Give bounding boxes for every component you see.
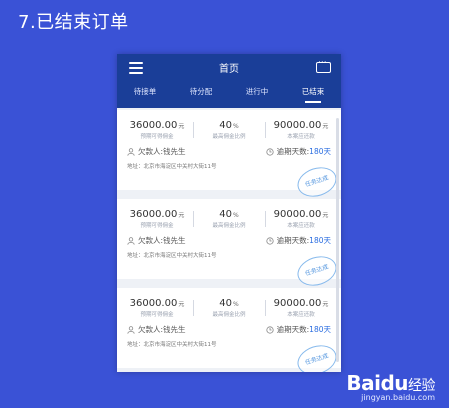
reward-value: 36000.00 xyxy=(129,298,178,309)
debtor-name: 欠款人:钱先生 xyxy=(138,325,186,334)
amount-stat: 90000.00元 本案应还款 xyxy=(265,120,337,140)
header-title: 首页 xyxy=(219,64,239,75)
reward-unit: 元 xyxy=(178,123,185,130)
overdue-days: 180天 xyxy=(309,325,331,334)
reward-unit: 元 xyxy=(178,212,185,219)
person-icon xyxy=(127,325,135,334)
reward-value: 36000.00 xyxy=(129,209,178,220)
reward-value: 36000.00 xyxy=(129,120,178,131)
debtor-name: 欠款人:钱先生 xyxy=(138,147,186,156)
amount-label: 本案应还款 xyxy=(287,223,315,229)
order-address: 地址：北京市海淀区中关村大街11号 xyxy=(127,253,217,259)
reward-stat: 36000.00元 预期可得佣金 xyxy=(121,298,193,318)
watermark-logo-cn: 经验 xyxy=(408,378,436,394)
reward-label: 预期可得佣金 xyxy=(140,312,174,318)
scrollbar[interactable] xyxy=(336,118,339,362)
watermark-logo: Baidu经验 xyxy=(346,371,435,395)
ratio-value: 40 xyxy=(219,209,233,220)
watermark-logo-text: Baidu xyxy=(346,371,408,395)
reward-stat: 36000.00元 预期可得佣金 xyxy=(121,120,193,140)
ratio-stat: 40% 最高佣金比例 xyxy=(193,120,265,140)
order-address: 地址：北京市海淀区中关村大街11号 xyxy=(127,164,217,170)
amount-stat: 90000.00元 本案应还款 xyxy=(265,298,337,318)
amount-label: 本案应还款 xyxy=(287,134,315,140)
order-card[interactable]: 36000.00元 预期可得佣金 40% 最高佣金比例 90000.00元 本案… xyxy=(117,110,341,202)
ratio-unit: % xyxy=(233,212,239,219)
amount-unit: 元 xyxy=(322,301,329,308)
order-tabs: 待接单 待分配 进行中 已结束 xyxy=(117,86,341,103)
amount-unit: 元 xyxy=(322,123,329,130)
reward-stat: 36000.00元 预期可得佣金 xyxy=(121,209,193,229)
ratio-label: 最高佣金比例 xyxy=(212,312,246,318)
ratio-label: 最高佣金比例 xyxy=(212,134,246,140)
tab-pending-assign[interactable]: 待分配 xyxy=(190,86,213,101)
tab-in-progress[interactable]: 进行中 xyxy=(246,86,269,101)
reward-unit: 元 xyxy=(178,301,185,308)
order-card[interactable]: 36000.00元 预期可得佣金 40% 最高佣金比例 90000.00元 本案… xyxy=(117,288,341,372)
order-card[interactable]: 36000.00元 预期可得佣金 40% 最高佣金比例 90000.00元 本案… xyxy=(117,199,341,291)
app-header: 首页 待接单 待分配 进行中 已结束 xyxy=(117,54,341,108)
slide-title: 7.已结束订单 xyxy=(18,12,129,33)
phone-screen: 首页 待接单 待分配 进行中 已结束 36000.00元 预期可得佣金 40% … xyxy=(117,54,341,372)
overdue-days: 180天 xyxy=(309,147,331,156)
overdue-label: 逾期天数: xyxy=(276,325,310,334)
amount-stat: 90000.00元 本案应还款 xyxy=(265,209,337,229)
reward-label: 预期可得佣金 xyxy=(140,134,174,140)
order-list: 36000.00元 预期可得佣金 40% 最高佣金比例 90000.00元 本案… xyxy=(117,108,341,372)
ratio-unit: % xyxy=(233,123,239,130)
ratio-unit: % xyxy=(233,301,239,308)
ratio-value: 40 xyxy=(219,120,233,131)
clock-icon xyxy=(266,147,274,156)
tab-pending-accept[interactable]: 待接单 xyxy=(134,86,157,101)
debtor-name: 欠款人:钱先生 xyxy=(138,236,186,245)
amount-label: 本案应还款 xyxy=(287,312,315,318)
amount-unit: 元 xyxy=(322,212,329,219)
overdue-days: 180天 xyxy=(309,236,331,245)
amount-value: 90000.00 xyxy=(273,209,322,220)
message-icon[interactable] xyxy=(316,58,331,73)
reward-label: 预期可得佣金 xyxy=(140,223,174,229)
person-icon xyxy=(127,236,135,245)
overdue-label: 逾期天数: xyxy=(276,236,310,245)
clock-icon xyxy=(266,236,274,245)
order-address: 地址：北京市海淀区中关村大街11号 xyxy=(127,342,217,348)
ratio-stat: 40% 最高佣金比例 xyxy=(193,298,265,318)
ratio-stat: 40% 最高佣金比例 xyxy=(193,209,265,229)
ratio-label: 最高佣金比例 xyxy=(212,223,246,229)
clock-icon xyxy=(266,325,274,334)
person-icon xyxy=(127,147,135,156)
ratio-value: 40 xyxy=(219,298,233,309)
overdue-label: 逾期天数: xyxy=(276,147,310,156)
amount-value: 90000.00 xyxy=(273,120,322,131)
watermark: Baidu经验 jingyan.baidu.com xyxy=(346,371,435,402)
tab-finished[interactable]: 已结束 xyxy=(302,86,324,103)
amount-value: 90000.00 xyxy=(273,298,322,309)
